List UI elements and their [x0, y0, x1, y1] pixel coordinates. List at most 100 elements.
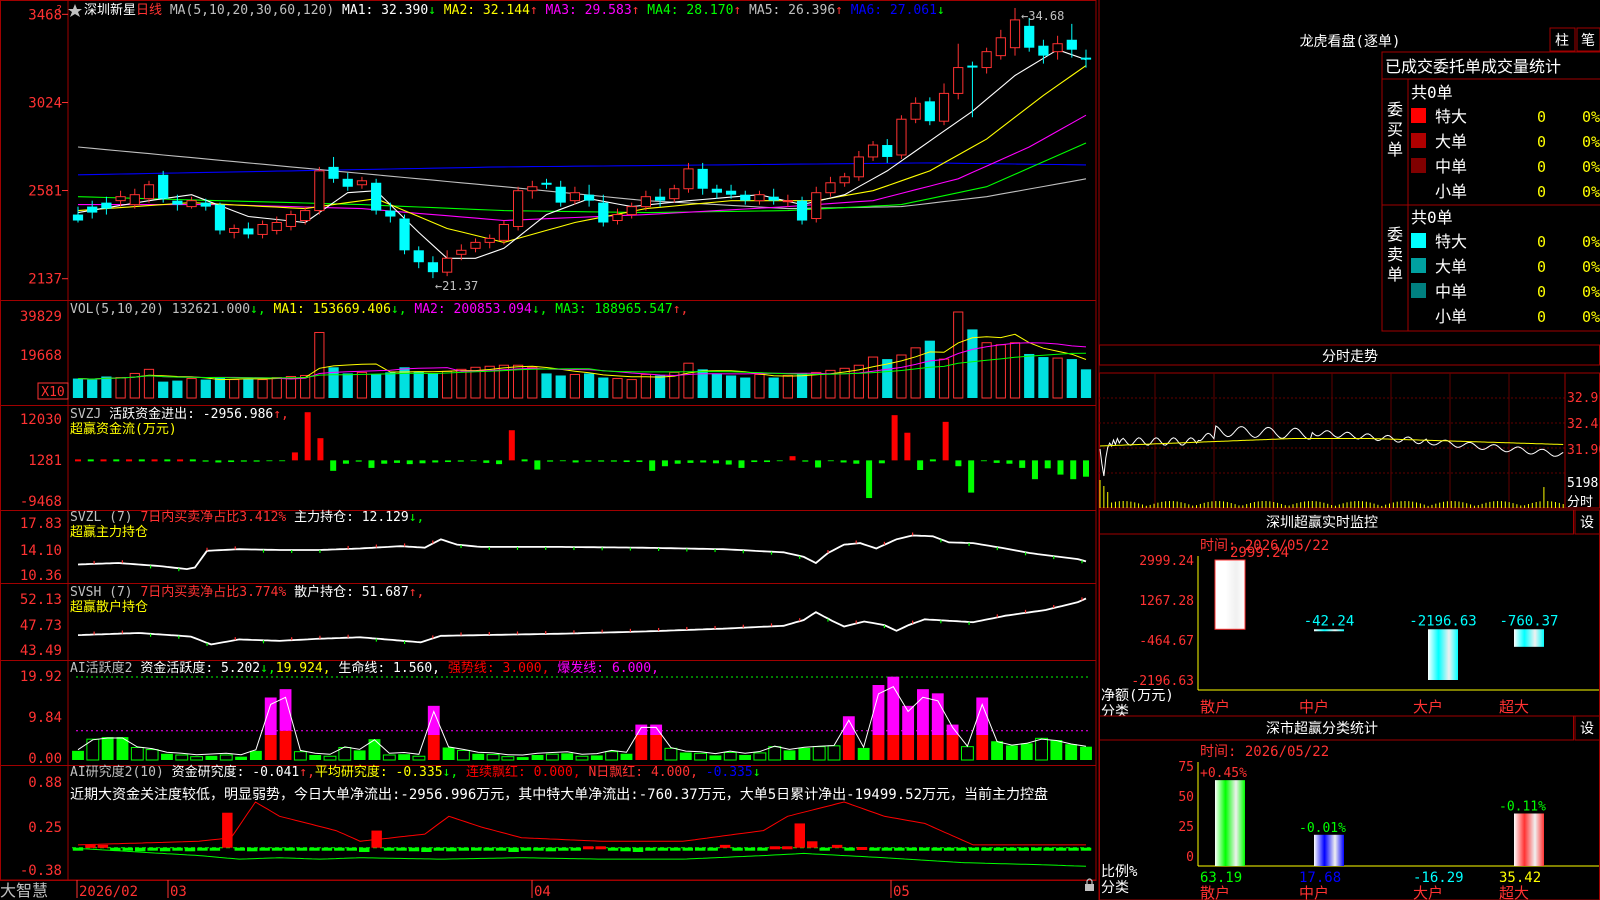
ma-header-part: MA6: 27.061 [851, 3, 937, 18]
research-bar [284, 847, 295, 851]
research-axis-label: -0.38 [20, 863, 62, 879]
activity-bar-hollow [130, 747, 144, 761]
intraday-title: 分时走势 [1322, 349, 1378, 365]
high-price-label: ←34.68 [1021, 9, 1064, 23]
research-bar [1030, 847, 1042, 851]
svzj-axis-label: -9468 [20, 494, 62, 510]
volume-bar-up [271, 377, 282, 399]
ma2-line [77, 65, 1087, 243]
research-bar [931, 847, 942, 851]
money-flow-bar [1019, 460, 1026, 468]
monitor-category-label: 超大 [1499, 698, 1529, 716]
monitor-bar [1214, 559, 1246, 630]
legend-swatch [1411, 108, 1426, 123]
research-header-part: 连续飘红: 0.000, [466, 764, 588, 780]
volume-bar-up [754, 373, 765, 399]
money-flow-bar [87, 459, 94, 462]
vol-header-part: ↓, [391, 302, 414, 317]
ma-header-part: MA5: 26.396 [749, 3, 835, 18]
monitor-value-label: 2999.24 [1230, 545, 1289, 561]
order-type-label: 大单 [1435, 257, 1467, 276]
monitor-settings-label: 设 [1580, 515, 1594, 531]
activity-bar-green [472, 753, 485, 760]
candle-body-up [981, 51, 992, 69]
svzj-header: SVZJ 活跃资金进出: -2956.986↑, [70, 406, 289, 422]
date-label: 2026/02 [79, 884, 138, 900]
money-flow-bar [840, 460, 847, 463]
ma-header-part: 深圳新星 [84, 2, 136, 18]
money-flow-bar [1070, 460, 1077, 480]
money-flow-bar [228, 460, 235, 463]
classify-category-label: 大户 [1413, 884, 1443, 900]
lock-icon[interactable] [1085, 884, 1094, 891]
star-icon[interactable] [68, 4, 82, 17]
money-flow-bar [610, 460, 617, 462]
research-header-part: N日飘红: 4.000, [588, 764, 705, 780]
candle-body-down [371, 182, 382, 211]
legend-swatch [1411, 283, 1426, 298]
activity-bar-hollow [486, 754, 500, 761]
order-count: 0 [1537, 158, 1546, 176]
research-bar [147, 847, 158, 851]
candle-body-down [214, 204, 226, 231]
activity-bar-red [902, 735, 915, 760]
price-axis-label: 3024 [28, 96, 62, 112]
svzj-axis-label: 12030 [20, 412, 62, 428]
candle-body-up [129, 194, 140, 206]
svsh-axis-label: 52.13 [20, 592, 62, 608]
classify-axis-title: 比例% [1101, 864, 1138, 880]
research-header-part: 平均研究度: -0.335 [315, 764, 443, 780]
research-bar [707, 847, 718, 851]
activity-bar-green [798, 747, 811, 760]
order-pct: 0% [1582, 183, 1600, 201]
research-bar [209, 847, 221, 851]
volume-bar-up [115, 377, 126, 399]
activity-bar-hollow [827, 745, 841, 761]
date-label: 04 [534, 884, 551, 900]
activity-bar-red [931, 735, 944, 760]
monitor-bar [1314, 629, 1344, 632]
monitor-axis-label: 2999.24 [1139, 554, 1194, 569]
candle-body-up [285, 214, 297, 227]
svzj-header-part: 活跃资金进出: -2956.986 [109, 406, 273, 422]
candle-body-up [115, 196, 126, 202]
candle-body-down [101, 202, 112, 209]
candle-body-down [654, 196, 666, 201]
activity-bar-green [516, 757, 529, 760]
svsh-header-part: ↑, [409, 585, 425, 600]
volume-bar-down [740, 377, 751, 398]
activity-bar-hollow [768, 746, 782, 761]
candle-body-up [1052, 43, 1063, 53]
candle-body-down [924, 101, 935, 122]
research-bar [408, 847, 420, 852]
order-count: 0 [1537, 183, 1546, 201]
candle-body-down [1080, 57, 1092, 60]
candle-body-down [200, 202, 211, 207]
monitor-value-label: -42.24 [1304, 613, 1355, 629]
indicator-panel-frame [0, 660, 1097, 766]
activity-bar-hollow [412, 755, 426, 761]
research-bar [881, 847, 893, 851]
date-label: 03 [170, 884, 187, 900]
intraday-axis-label: 31.90 [1567, 443, 1600, 458]
indicator-panel-frame [0, 0, 1097, 301]
candle-body-down [172, 200, 183, 205]
money-flow-bar [100, 459, 107, 462]
candle-body-up [257, 223, 268, 235]
activity-bar-red [264, 735, 277, 760]
money-flow-bar [189, 459, 196, 462]
ma-header-part: ↑ [835, 3, 851, 18]
classify-bar [1314, 834, 1344, 866]
volume-bar-up [782, 374, 793, 399]
money-flow-bar [1044, 460, 1051, 469]
volume-bar-up [938, 358, 950, 399]
volume-bar-up [527, 366, 538, 399]
activity-bar-hollow [293, 751, 307, 761]
activity-header-part: 资金活跃度: 5.202 [140, 660, 260, 676]
sell-total: 共0单 [1411, 208, 1453, 227]
activity-bar-red [427, 735, 440, 760]
money-flow-bar [904, 432, 911, 461]
money-flow-bar [240, 460, 247, 462]
candle-body-up [896, 118, 907, 156]
candle-body-up [640, 196, 651, 208]
